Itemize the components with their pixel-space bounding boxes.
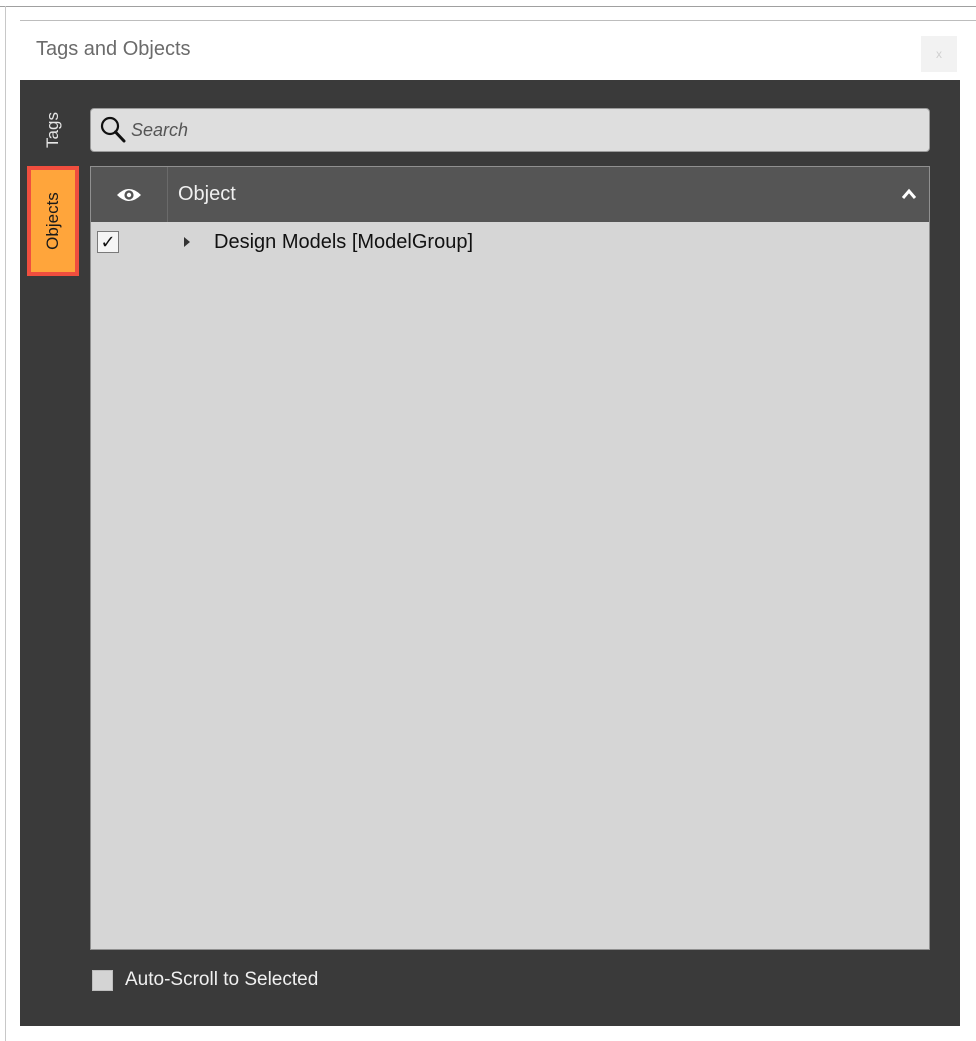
chevron-up-icon (901, 188, 917, 199)
tab-objects-selected-fill: Objects (31, 170, 75, 272)
tab-tags-label: Tags (42, 112, 62, 148)
auto-scroll-option[interactable]: Auto-Scroll to Selected (92, 969, 318, 991)
tree-item-label[interactable]: Design Models [ModelGroup] (214, 231, 473, 254)
grid-header: Object (91, 167, 929, 222)
tab-objects[interactable]: Objects (27, 166, 79, 276)
titlebar-divider (20, 20, 976, 21)
main-panel: Tags Objects Search Object ✓ Design Mode… (20, 80, 960, 1026)
objects-grid: Object ✓ Design Models [ModelGroup] (90, 166, 930, 950)
table-row[interactable]: ✓ Design Models [ModelGroup] (91, 222, 929, 262)
object-column-header[interactable]: Object (169, 167, 929, 222)
auto-scroll-checkbox[interactable] (92, 969, 113, 991)
eye-icon (117, 188, 141, 201)
visibility-column-header[interactable] (91, 167, 168, 222)
caret-right-icon[interactable] (183, 236, 191, 248)
tab-objects-label: Objects (43, 192, 63, 250)
close-button[interactable]: x (921, 36, 957, 72)
tab-tags[interactable]: Tags (34, 90, 72, 170)
search-icon (100, 116, 126, 143)
window-border-top (0, 6, 976, 7)
tags-and-objects-window: Tags and Objects x Tags Objects Search O… (0, 0, 976, 1041)
window-title: Tags and Objects (36, 38, 191, 60)
search-box[interactable] (90, 108, 930, 152)
auto-scroll-label: Auto-Scroll to Selected (125, 969, 319, 990)
visibility-checkbox[interactable]: ✓ (97, 231, 119, 253)
object-column-label: Object (178, 183, 236, 205)
window-border-left (5, 6, 6, 1041)
search-input[interactable] (129, 112, 909, 148)
